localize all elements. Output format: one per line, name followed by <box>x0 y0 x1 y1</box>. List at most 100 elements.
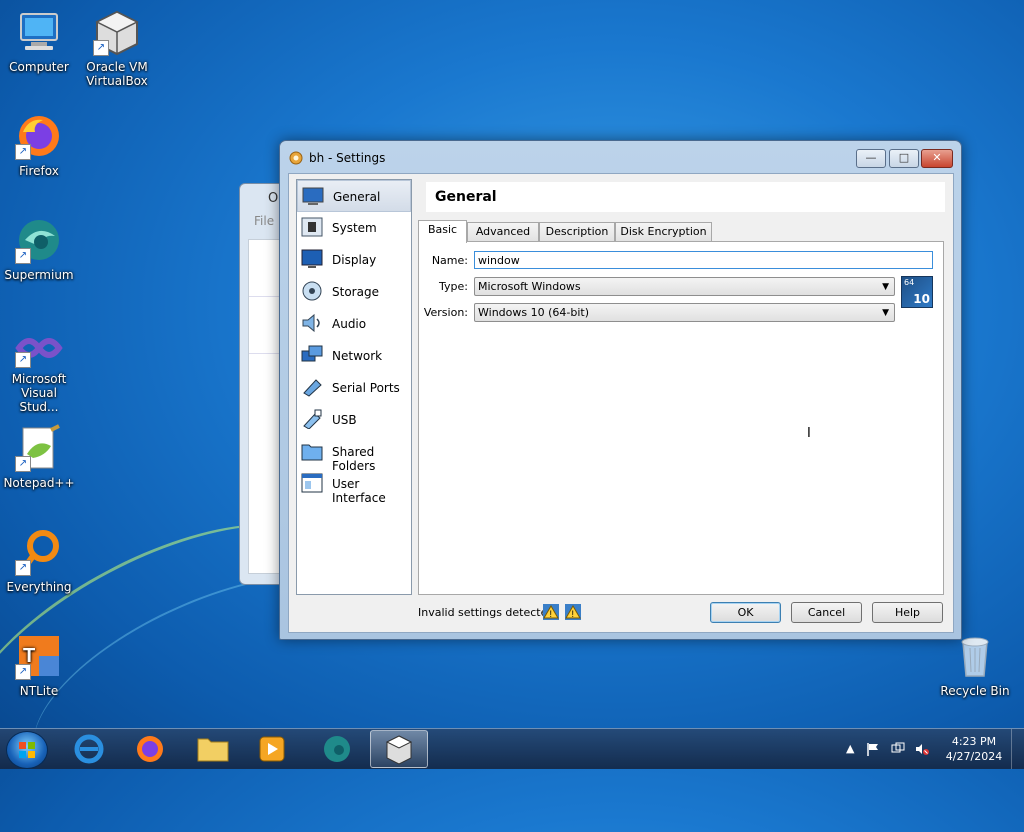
usb-icon <box>301 409 323 430</box>
cancel-button[interactable]: Cancel <box>791 602 862 623</box>
sidebar-item-label: Serial Ports <box>332 381 400 395</box>
desktop-icon-label: Microsoft Visual Stud... <box>11 372 67 414</box>
everything-icon: ↗ <box>15 528 63 576</box>
desktop-icon-recycle-bin[interactable]: Recycle Bin <box>936 632 1014 698</box>
warning-icon[interactable]: ! <box>565 604 581 620</box>
virtualbox-icon: ↗ <box>93 8 141 56</box>
section-title: General <box>435 189 497 205</box>
sidebar-item-audio[interactable]: Audio <box>297 308 411 340</box>
taskbar-virtualbox[interactable] <box>370 730 428 768</box>
sidebar-item-label: General <box>333 190 381 204</box>
network-tray-icon[interactable] <box>891 742 905 756</box>
action-center-flag-icon[interactable] <box>866 742 880 756</box>
desktop-icon-label: Everything <box>6 580 72 594</box>
system-clock[interactable]: 4:23 PM 4/27/2024 <box>938 734 1010 764</box>
volume-muted-icon[interactable] <box>915 742 929 756</box>
shortcut-arrow-icon: ↗ <box>15 352 31 368</box>
type-select[interactable]: Microsoft Windows ▼ <box>474 277 895 296</box>
dialog-title: bh - Settings <box>309 151 386 165</box>
sidebar-item-general[interactable]: General <box>297 180 411 212</box>
os-type-icon: 64 10 <box>901 276 933 308</box>
tray-chevron-icon[interactable]: ▲ <box>846 742 860 756</box>
close-button[interactable]: ✕ <box>921 149 953 168</box>
visual-studio-icon: ↗ <box>15 328 63 368</box>
sidebar-item-serial-ports[interactable]: Serial Ports <box>297 372 411 404</box>
taskbar-file-explorer[interactable] <box>186 730 240 768</box>
shortcut-arrow-icon: ↗ <box>15 456 31 472</box>
warning-icon[interactable]: ! <box>543 604 559 620</box>
clock-time: 4:23 PM <box>951 735 997 748</box>
sidebar-item-user-interface[interactable]: User Interface <box>297 468 411 505</box>
sidebar-item-label: System <box>332 221 377 235</box>
shortcut-arrow-icon: ↗ <box>15 144 31 160</box>
serial-port-icon <box>301 377 323 397</box>
clock-date: 4/27/2024 <box>945 750 1003 763</box>
taskbar-firefox[interactable] <box>123 730 177 768</box>
taskbar: ▲ 4:23 PM 4/27/2024 <box>0 728 1024 769</box>
storage-disc-icon <box>301 281 323 301</box>
desktop-icon-firefox[interactable]: ↗ Firefox <box>0 112 78 178</box>
supermium-icon <box>324 736 350 762</box>
dialog-titlebar[interactable]: bh - Settings — □ ✕ <box>280 141 961 173</box>
help-button[interactable]: Help <box>872 602 943 623</box>
desktop-icon-label: Recycle Bin <box>940 684 1010 698</box>
dialog-client: General System Display Storage Audio Net… <box>288 173 954 633</box>
tab-description[interactable]: Description <box>539 222 615 241</box>
version-select-value: Windows 10 (64-bit) <box>478 306 589 319</box>
folder-icon <box>197 738 229 762</box>
settings-sidebar: General System Display Storage Audio Net… <box>296 179 412 595</box>
audio-speaker-icon <box>301 313 323 333</box>
invalid-settings-text: Invalid settings detected <box>418 606 555 619</box>
notepadpp-icon: ↗ <box>15 424 63 472</box>
sidebar-item-label: USB <box>332 413 357 427</box>
virtualbox-icon <box>385 735 413 765</box>
desktop-icon-notepadpp[interactable]: ↗ Notepad++ <box>0 424 78 490</box>
os-badge-10: 10 <box>913 292 930 306</box>
version-select[interactable]: Windows 10 (64-bit) ▼ <box>474 303 895 322</box>
supermium-icon: ↗ <box>15 216 63 264</box>
taskbar-media-player[interactable] <box>245 730 299 768</box>
taskbar-supermium[interactable] <box>310 730 364 768</box>
desktop-icon-label: Oracle VM VirtualBox <box>86 60 148 88</box>
shared-folder-icon <box>301 441 323 461</box>
version-label: Version: <box>423 306 468 319</box>
show-desktop-button[interactable] <box>1011 729 1024 769</box>
shortcut-arrow-icon: ↗ <box>15 664 31 680</box>
system-chip-icon <box>301 217 323 237</box>
sidebar-item-usb[interactable]: USB <box>297 404 411 436</box>
start-button[interactable] <box>6 731 48 769</box>
sidebar-item-label: User Interface <box>332 477 386 505</box>
ok-button[interactable]: OK <box>710 602 781 623</box>
sidebar-item-system[interactable]: System <box>297 212 411 244</box>
taskbar-internet-explorer[interactable] <box>62 730 116 768</box>
sidebar-item-shared-folders[interactable]: Shared Folders <box>297 436 411 473</box>
text-cursor-icon: I <box>807 426 811 441</box>
desktop-icon-virtualbox[interactable]: ↗ Oracle VM VirtualBox <box>78 8 156 88</box>
desktop-icon-label: Computer <box>9 60 69 74</box>
name-input[interactable]: window <box>474 251 933 269</box>
desktop-icon-supermium[interactable]: ↗ Supermium <box>0 216 78 282</box>
sidebar-item-label: Audio <box>332 317 367 331</box>
desktop-icon-ntlite[interactable]: T ↗ NTLite <box>0 632 78 698</box>
shortcut-arrow-icon: ↗ <box>15 560 31 576</box>
shortcut-arrow-icon: ↗ <box>93 40 109 56</box>
sidebar-item-label: Storage <box>332 285 379 299</box>
tab-advanced[interactable]: Advanced <box>467 222 539 241</box>
tab-disk-encryption[interactable]: Disk Encryption <box>615 222 712 241</box>
sidebar-item-storage[interactable]: Storage <box>297 276 411 308</box>
network-icon <box>301 345 323 365</box>
computer-icon <box>15 8 63 56</box>
desktop-icon-label: NTLite <box>19 684 59 698</box>
display-monitor-icon <box>301 249 323 269</box>
tab-basic[interactable]: Basic <box>418 220 467 243</box>
desktop-icon-computer[interactable]: Computer <box>0 8 78 74</box>
name-label: Name: <box>431 254 468 267</box>
sidebar-item-network[interactable]: Network <box>297 340 411 372</box>
sidebar-item-display[interactable]: Display <box>297 244 411 276</box>
chevron-down-icon: ▼ <box>882 308 889 318</box>
desktop-icon-visual-studio[interactable]: ↗ Microsoft Visual Stud... <box>0 328 78 414</box>
sidebar-item-label: Network <box>332 349 383 363</box>
maximize-button[interactable]: □ <box>889 149 919 168</box>
minimize-button[interactable]: — <box>856 149 886 168</box>
desktop-icon-everything[interactable]: ↗ Everything <box>0 528 78 594</box>
